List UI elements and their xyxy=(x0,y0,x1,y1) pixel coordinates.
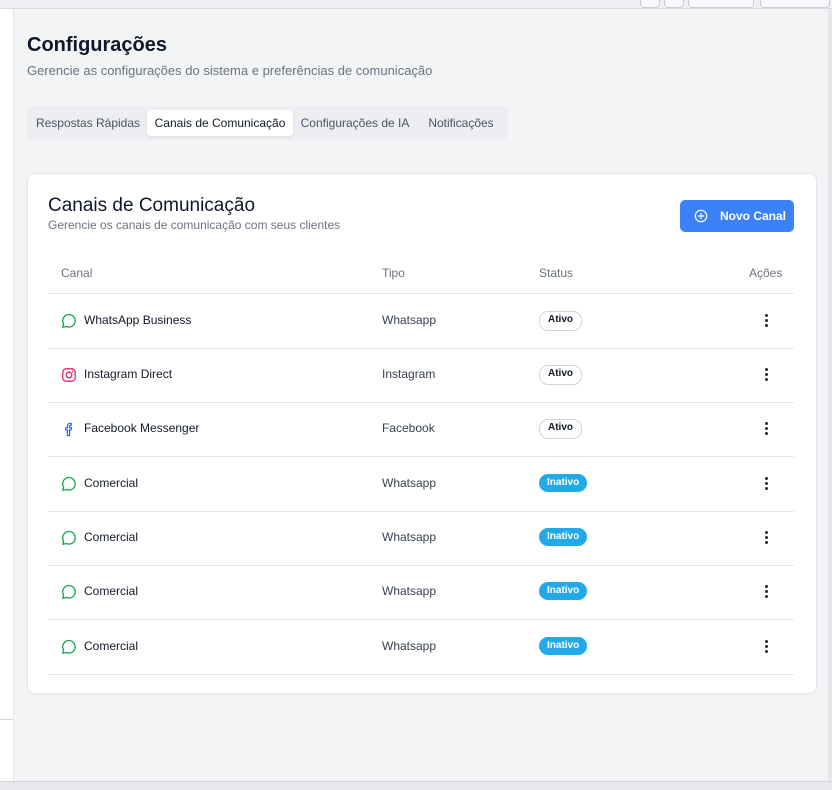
channel-name: Comercial xyxy=(84,584,139,598)
left-sidebar-edge xyxy=(0,9,14,781)
column-header-tipo: Tipo xyxy=(382,266,405,280)
plus-circle-icon xyxy=(694,209,708,223)
more-actions-icon[interactable] xyxy=(756,637,776,657)
status-badge: Inativo xyxy=(539,474,588,492)
more-actions-icon[interactable] xyxy=(756,419,776,439)
channel-name: Instagram Direct xyxy=(84,367,173,381)
more-actions-icon[interactable] xyxy=(756,311,776,331)
whatsapp-icon xyxy=(61,584,77,600)
new-channel-button[interactable]: Novo Canal xyxy=(680,200,794,232)
facebook-icon xyxy=(61,421,77,437)
more-actions-icon[interactable] xyxy=(756,528,776,548)
channel-name: WhatsApp Business xyxy=(84,313,192,327)
status-badge: Ativo xyxy=(539,419,582,439)
whatsapp-icon xyxy=(61,313,77,329)
whatsapp-icon xyxy=(61,530,77,546)
more-actions-icon[interactable] xyxy=(756,582,776,602)
column-header-acoes: Ações xyxy=(749,266,783,280)
tab-respostas-rapidas[interactable]: Respostas Rápidas xyxy=(32,110,144,136)
instagram-icon xyxy=(61,367,77,383)
card-title: Canais de Comunicação xyxy=(48,195,256,216)
table-row[interactable]: Comercial Whatsapp Inativo xyxy=(48,511,794,566)
new-channel-label: Novo Canal xyxy=(720,209,787,223)
scrollbar-track[interactable] xyxy=(828,9,832,781)
table-row[interactable]: Instagram Direct Instagram Ativo xyxy=(48,348,794,403)
page-title: Configurações xyxy=(27,34,168,56)
toolbar-chip xyxy=(640,0,660,8)
whatsapp-icon xyxy=(61,639,77,655)
table-row[interactable]: Comercial Whatsapp Inativo xyxy=(48,620,794,675)
channel-name: Comercial xyxy=(84,476,139,490)
toolbar-chip xyxy=(664,0,684,8)
browser-toolbar-strip xyxy=(0,0,832,9)
status-badge: Inativo xyxy=(539,528,588,546)
new-tab-chip xyxy=(760,0,830,8)
channel-type: Facebook xyxy=(382,421,435,435)
tab-notificacoes[interactable]: Notificações xyxy=(421,110,501,136)
more-actions-icon[interactable] xyxy=(756,474,776,494)
channel-type: Whatsapp xyxy=(382,530,437,544)
more-actions-icon[interactable] xyxy=(756,365,776,385)
channel-type: Whatsapp xyxy=(382,313,437,327)
settings-tabs: Respostas Rápidas Canais de Comunicação … xyxy=(27,106,508,140)
tab-configuracoes-de-ia[interactable]: Configurações de IA xyxy=(296,110,414,136)
column-header-canal: Canal xyxy=(61,266,93,280)
status-badge: Ativo xyxy=(539,365,582,385)
channel-type: Whatsapp xyxy=(382,639,437,653)
table-row[interactable]: WhatsApp Business Whatsapp Ativo xyxy=(48,294,794,349)
status-badge: Inativo xyxy=(539,582,588,600)
table-row[interactable]: Comercial Whatsapp Inativo xyxy=(48,565,794,620)
status-badge: Ativo xyxy=(539,311,582,331)
channel-name: Facebook Messenger xyxy=(84,421,200,435)
channels-card: Canais de Comunicação Gerencie os canais… xyxy=(27,173,817,694)
channel-name: Comercial xyxy=(84,530,139,544)
table-row[interactable]: Comercial Whatsapp Inativo xyxy=(48,457,794,512)
whatsapp-icon xyxy=(61,476,77,492)
status-badge: Inativo xyxy=(539,637,588,655)
table-row[interactable]: Facebook Messenger Facebook Ativo xyxy=(48,402,794,457)
channel-type: Whatsapp xyxy=(382,476,437,490)
column-header-status: Status xyxy=(539,266,574,280)
tab-canais-de-comunicacao[interactable]: Canais de Comunicação xyxy=(147,110,293,136)
channel-type: Whatsapp xyxy=(382,584,437,598)
channel-name: Comercial xyxy=(84,639,139,653)
channel-type: Instagram xyxy=(382,367,436,381)
page-subtitle: Gerencie as configurações do sistema e p… xyxy=(27,63,433,78)
devtools-chip xyxy=(688,0,754,8)
card-subtitle: Gerencie os canais de comunicação com se… xyxy=(48,218,341,232)
